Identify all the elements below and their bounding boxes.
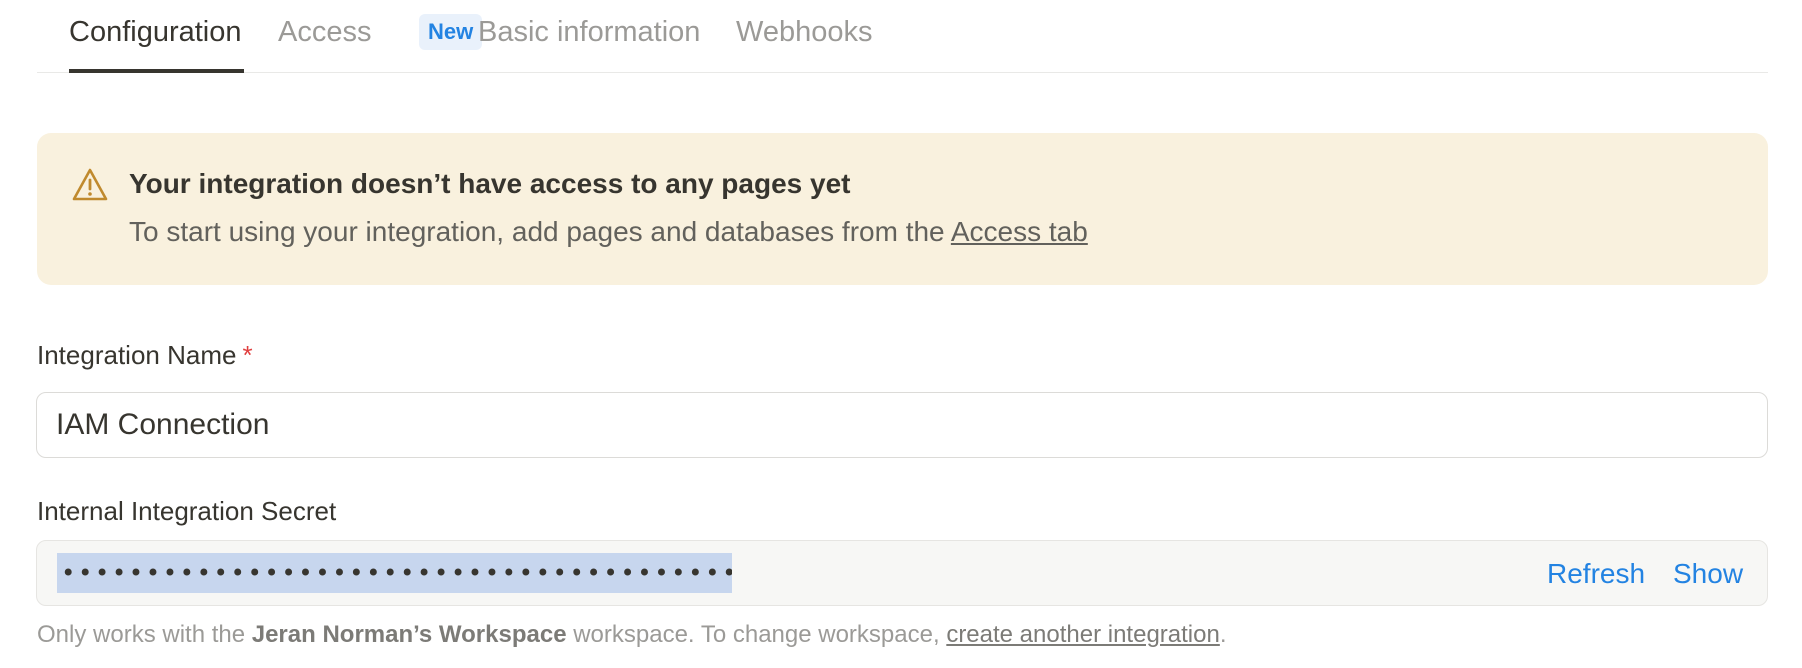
no-access-callout: Your integration doesn’t have access to …	[37, 133, 1768, 285]
footnote-suffix: .	[1219, 621, 1227, 648]
callout-body: To start using your integration, add pag…	[129, 215, 1088, 249]
integration-name-label: Integration Name *	[37, 339, 253, 371]
show-secret-button[interactable]: Show	[1673, 557, 1743, 591]
required-asterisk: *	[242, 340, 253, 370]
tab-webhooks[interactable]: Webhooks	[736, 14, 873, 50]
integration-secret-label: Internal Integration Secret	[37, 496, 337, 526]
active-tab-indicator	[69, 69, 244, 73]
footnote-middle: workspace. To change workspace,	[566, 621, 947, 648]
refresh-secret-button[interactable]: Refresh	[1547, 557, 1645, 591]
tab-bar: Configuration Access New Basic informati…	[37, 0, 1768, 73]
workspace-footnote: Only works with the Jeran Norman’s Works…	[37, 620, 1227, 650]
tab-basic-information[interactable]: Basic information	[478, 14, 700, 50]
integration-name-input[interactable]	[36, 392, 1768, 458]
access-tab-link[interactable]: Access tab	[951, 216, 1088, 247]
callout-title: Your integration doesn’t have access to …	[129, 168, 851, 199]
tab-configuration[interactable]: Configuration	[69, 14, 242, 50]
footnote-prefix: Only works with the	[37, 621, 252, 648]
warning-triangle-icon	[71, 167, 109, 203]
create-integration-link[interactable]: create another integration	[946, 621, 1220, 648]
integration-secret-field[interactable]: ••••••••••••••••••••••••••••••••••••••••…	[36, 540, 1768, 606]
tab-access[interactable]: Access	[278, 14, 371, 50]
workspace-name: Jeran Norman’s Workspace	[251, 621, 567, 648]
masked-secret-value[interactable]: ••••••••••••••••••••••••••••••••••••••••…	[57, 553, 732, 593]
callout-body-text: To start using your integration, add pag…	[129, 216, 951, 247]
new-badge: New	[419, 14, 483, 50]
integration-name-label-text: Integration Name	[37, 340, 237, 370]
